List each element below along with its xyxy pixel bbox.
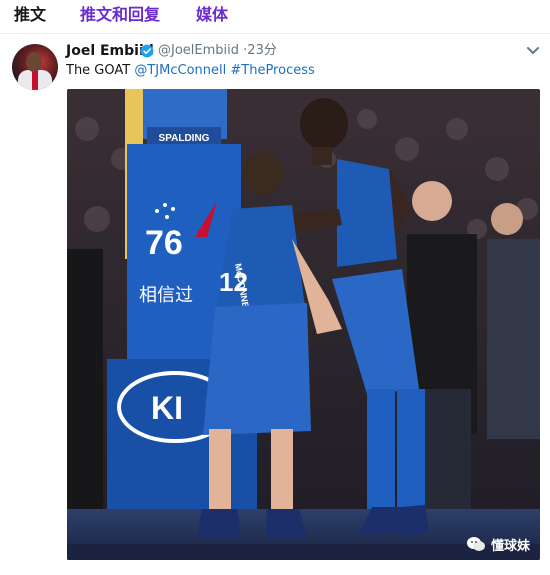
tweet-time[interactable]: 23分 bbox=[247, 43, 277, 58]
tweet-text-plain: The GOAT bbox=[66, 63, 135, 78]
scoreboard-brand: SPALDING bbox=[159, 133, 210, 144]
watermark: 懂球妹 bbox=[466, 534, 530, 554]
avatar[interactable] bbox=[12, 44, 58, 90]
watermark-text: 懂球妹 bbox=[490, 538, 530, 554]
banner-logo: 76 bbox=[145, 224, 183, 262]
author-meta: @JoelEmbiid ·23分 bbox=[158, 41, 277, 61]
profile-tabs: 推文 推文和回复 媒体 bbox=[0, 0, 550, 34]
jersey-number: 12 bbox=[219, 267, 248, 297]
tab-tweets-and-replies[interactable]: 推文和回复 bbox=[80, 4, 160, 26]
hashtag-link[interactable]: #TheProcess bbox=[230, 63, 314, 78]
tab-media[interactable]: 媒体 bbox=[196, 4, 228, 26]
photo-scene: SPALDING 76 相信过 KI McCONNELL 12 bbox=[67, 89, 540, 560]
tab-tweets[interactable]: 推文 bbox=[14, 4, 46, 26]
tweet-text: The GOAT @TJMcConnell #TheProcess bbox=[66, 62, 536, 80]
banner-cn-text: 相信过 bbox=[139, 285, 193, 306]
mention-link[interactable]: @TJMcConnell bbox=[134, 63, 226, 78]
verified-badge-icon bbox=[140, 44, 154, 58]
tweet-photo[interactable]: SPALDING 76 相信过 KI McCONNELL 12 懂球妹 bbox=[67, 89, 540, 560]
tweet[interactable]: Joel Embiid @JoelEmbiid ·23分 The GOAT @T… bbox=[0, 34, 550, 575]
tweet-header: Joel Embiid @JoelEmbiid ·23分 bbox=[66, 41, 539, 63]
author-handle[interactable]: @JoelEmbiid bbox=[158, 43, 239, 58]
sponsor-text: KI bbox=[151, 390, 183, 426]
wechat-icon bbox=[466, 537, 485, 551]
chevron-down-icon[interactable] bbox=[526, 45, 540, 57]
